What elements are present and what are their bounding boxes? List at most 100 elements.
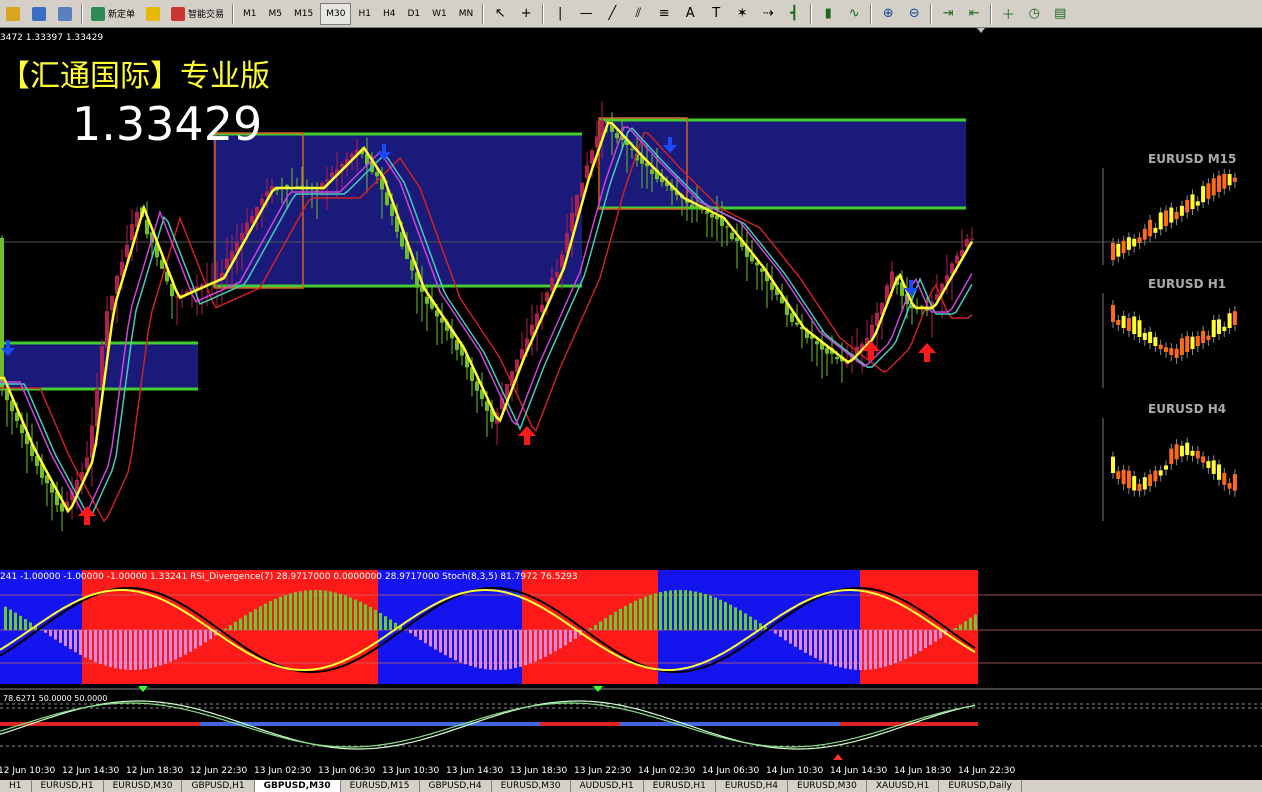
histogram-bar (14, 612, 17, 630)
toolbar-separator (482, 3, 485, 24)
crosshair-icon[interactable]: + (514, 3, 538, 25)
profiles-icon[interactable] (27, 3, 51, 25)
histogram-bar (524, 630, 527, 666)
chart-tab[interactable]: H1 (0, 780, 32, 792)
supply-zone-1 (0, 343, 198, 389)
histogram-bar (459, 630, 462, 663)
candle-chart-icon[interactable]: ▮ (816, 3, 840, 25)
chart-tab[interactable]: GBPUSD,H4 (420, 780, 492, 792)
chart-tab[interactable]: EURUSD,M30 (492, 780, 571, 792)
histogram-bar (89, 630, 92, 660)
time-axis-label: 12 Jun 22:30 (190, 766, 248, 776)
chart-tab[interactable]: XAUUSD,H1 (867, 780, 940, 792)
chart-tab[interactable]: EURUSD,H1 (644, 780, 716, 792)
mini-candle (1148, 219, 1153, 237)
text-icon[interactable]: A (678, 3, 702, 25)
rsi-divergence-bg (522, 570, 658, 684)
gann-icon[interactable]: ✶ (730, 3, 754, 25)
alert-icon[interactable] (141, 3, 165, 25)
indicator1-header: 241 -1.00000 -1.00000 -1.00000 1.33241 R… (0, 572, 578, 582)
histogram-bar (254, 609, 257, 630)
candle-body (615, 133, 619, 139)
histogram-bar (289, 593, 292, 630)
timeframe-m1-button[interactable]: M1 (238, 3, 262, 25)
histogram-bar (839, 630, 842, 668)
candle-body (85, 457, 89, 469)
channel-icon[interactable]: ⫽ (626, 3, 650, 25)
periods-icon[interactable]: ◷ (1022, 3, 1046, 25)
arrow-icon[interactable]: ⇢ (756, 3, 780, 25)
histogram-bar (624, 605, 627, 630)
timeframe-mn-button[interactable]: MN (454, 3, 479, 25)
candle-body (735, 237, 739, 242)
timeframe-d1-button[interactable]: D1 (402, 3, 425, 25)
templates-icon[interactable]: ▤ (1048, 3, 1072, 25)
chart-shift-icon[interactable]: ⇤ (962, 3, 986, 25)
histogram-bar (24, 619, 27, 630)
timeframe-m15-button[interactable]: M15 (289, 3, 318, 25)
mini-candle (1153, 470, 1158, 482)
histogram-bar (339, 593, 342, 630)
mini-candle (1227, 313, 1232, 328)
line-chart-icon[interactable]: ∿ (842, 3, 866, 25)
horizontal-line-icon[interactable]: — (574, 3, 598, 25)
histogram-bar (294, 592, 297, 630)
histogram-bar (179, 630, 182, 658)
histogram-bar (494, 630, 497, 670)
chart-tab[interactable]: AUDUSD,H1 (571, 780, 644, 792)
histogram-bar (619, 608, 622, 630)
chart-tab[interactable]: EURUSD,M15 (341, 780, 420, 792)
time-axis-label: 13 Jun 02:30 (254, 766, 312, 776)
histogram-bar (314, 590, 317, 630)
chart-tab[interactable]: EURUSD,M30 (788, 780, 867, 792)
supply-zone-3 (600, 120, 966, 208)
candle-body (110, 295, 114, 311)
expert-advisors-button[interactable]: 智能交易 (167, 3, 228, 25)
new-order-button[interactable]: 新定单 (87, 3, 139, 25)
histogram-bar (554, 630, 557, 652)
candle-body (690, 204, 694, 208)
indicators-icon[interactable]: ＋ (996, 3, 1020, 25)
fibonacci-icon[interactable]: ≡ (652, 3, 676, 25)
chart-tab[interactable]: EURUSD,Daily (939, 780, 1022, 792)
chart-tab[interactable]: GBPUSD,H1 (182, 780, 255, 792)
mini-candle (1179, 338, 1184, 355)
chart-tab[interactable]: EURUSD,H4 (716, 780, 789, 792)
timeframe-h4-button[interactable]: H4 (378, 3, 401, 25)
timeframe-m30-button[interactable]: M30 (320, 2, 352, 25)
main-chart[interactable]: 3472 1.33397 1.33429 【汇通国际】专业版 1.33429 EURU… (0, 28, 1262, 765)
histogram-bar (389, 619, 392, 630)
histogram-bar (49, 630, 52, 637)
timeframe-m5-button[interactable]: M5 (264, 3, 288, 25)
mini-candle (1217, 464, 1221, 480)
mini-candle (1217, 319, 1221, 334)
cursor-icon[interactable]: ↖ (488, 3, 512, 25)
toolbar-separator (81, 3, 83, 24)
histogram-bar (729, 604, 732, 630)
vertical-line-icon[interactable]: | (548, 3, 572, 25)
zoom-in-icon[interactable]: ⊕ (876, 3, 900, 25)
histogram-bar (274, 598, 277, 630)
histogram-bar (659, 592, 662, 630)
bar-chart-icon[interactable]: ┫ (782, 3, 806, 25)
chart-tab[interactable]: EURUSD,M30 (104, 780, 183, 792)
histogram-bar (754, 619, 757, 630)
histogram-bar (4, 606, 7, 630)
chart-tab[interactable]: GBPUSD,M30 (254, 780, 341, 792)
zoom-out-icon[interactable]: ⊖ (902, 3, 926, 25)
mini-candle (1211, 319, 1216, 337)
mini-candle (1201, 186, 1206, 203)
mini-candle (1148, 331, 1153, 343)
histogram-bar (369, 607, 372, 630)
auto-scroll-icon[interactable]: ⇥ (936, 3, 960, 25)
chart-tab[interactable]: EURUSD,H1 (32, 780, 104, 792)
mini-candle (1126, 470, 1131, 489)
label-icon[interactable]: T (704, 3, 728, 25)
navigator-icon[interactable] (53, 3, 77, 25)
trendline-icon[interactable]: ╱ (600, 3, 624, 25)
timeframe-w1-button[interactable]: W1 (427, 3, 452, 25)
timeframe-h1-button[interactable]: H1 (353, 3, 376, 25)
open-folder-icon[interactable] (1, 3, 25, 25)
ohlc-header: 3472 1.33397 1.33429 (0, 33, 103, 43)
histogram-bar (519, 630, 522, 667)
